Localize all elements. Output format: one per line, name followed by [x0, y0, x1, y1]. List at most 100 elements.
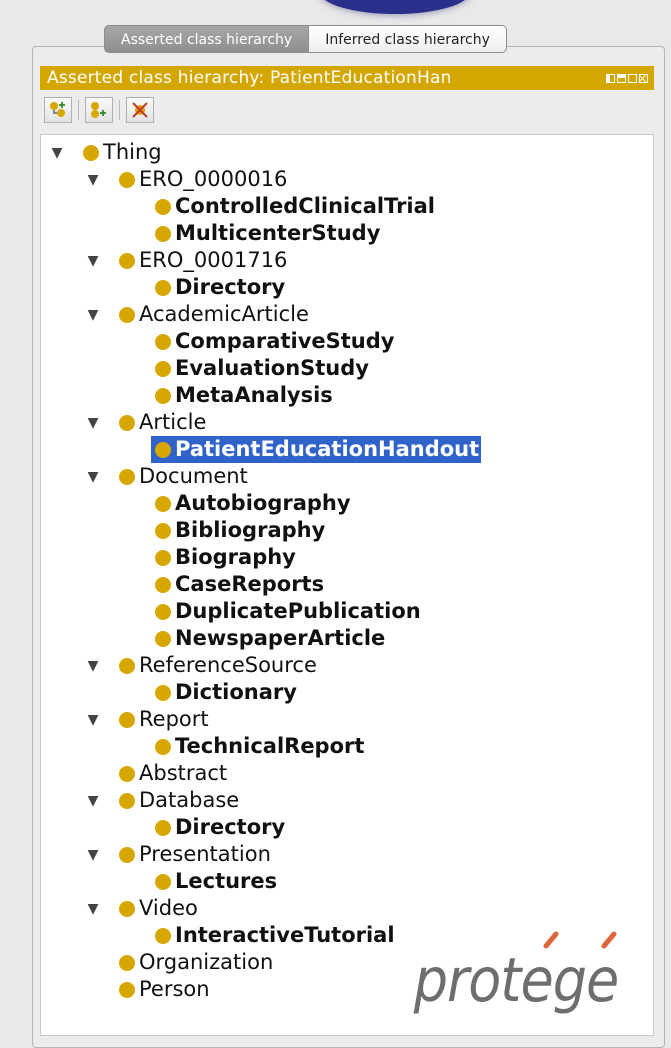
tree-node-content[interactable]: Dictionary — [155, 679, 297, 706]
tree-node-content[interactable]: Abstract — [119, 760, 227, 787]
float-view-icon[interactable] — [628, 73, 637, 83]
tree-node-content[interactable]: ControlledClinicalTrial — [155, 193, 435, 220]
class-icon — [119, 414, 135, 431]
tree-node-content[interactable]: ERO_0001716 — [119, 247, 287, 274]
tree-node-label: ReferenceSource — [139, 653, 317, 677]
expand-toggle-icon[interactable]: ▼ — [86, 415, 100, 431]
class-icon — [119, 252, 135, 269]
class-icon — [83, 144, 99, 161]
tree-node-content[interactable]: PatientEducationHandout — [151, 436, 482, 463]
tree-node-content[interactable]: Organization — [119, 949, 273, 976]
tree-node-content[interactable]: MetaAnalysis — [155, 382, 333, 409]
class-icon — [155, 279, 171, 296]
tree-node-content[interactable]: ComparativeStudy — [155, 328, 394, 355]
tree-node-label: Person — [139, 977, 210, 1001]
tree-node-label: Report — [139, 707, 209, 731]
tree-node-content[interactable]: InteractiveTutorial — [155, 922, 395, 949]
expand-toggle-icon[interactable]: ▼ — [86, 712, 100, 728]
class-icon — [155, 198, 171, 215]
class-icon — [155, 576, 171, 593]
class-icon — [155, 684, 171, 701]
class-icon — [155, 549, 171, 566]
tree-node-label: MetaAnalysis — [175, 383, 333, 407]
tree-node-content[interactable]: Directory — [155, 814, 285, 841]
tree-node-content[interactable]: Directory — [155, 274, 285, 301]
class-icon — [155, 495, 171, 512]
tree-node-label: Document — [139, 464, 248, 488]
add-sibling-class-button[interactable] — [85, 97, 113, 123]
tree-node-label: Lectures — [175, 869, 278, 893]
tree-node-content[interactable]: Document — [119, 463, 248, 490]
tree-node-content[interactable]: Video — [119, 895, 198, 922]
class-icon — [119, 981, 135, 998]
tree-node-label: Bibliography — [175, 518, 326, 542]
tree-node-label: ComparativeStudy — [175, 329, 395, 353]
tree-node-content[interactable]: CaseReports — [155, 571, 324, 598]
tree-node-content[interactable]: ReferenceSource — [119, 652, 317, 679]
class-tree[interactable]: protege ▼ Thing ▼ ERO_0000016 ControlledClin… — [40, 134, 654, 1036]
tree-node-label: Autobiography — [175, 491, 351, 515]
tree-node-content[interactable]: AcademicArticle — [119, 301, 309, 328]
tree-node-content[interactable]: TechnicalReport — [155, 733, 364, 760]
class-icon — [119, 171, 135, 188]
split-horizontal-icon[interactable] — [617, 73, 626, 83]
tree-node-content[interactable]: Lectures — [155, 868, 277, 895]
split-vertical-icon[interactable] — [606, 73, 615, 83]
expand-toggle-icon[interactable]: ▼ — [86, 307, 100, 323]
class-icon — [119, 954, 135, 971]
expand-toggle-icon[interactable]: ▼ — [86, 847, 100, 863]
tree-node-label: ERO_0000016 — [139, 167, 288, 191]
logo-text: protege — [413, 944, 619, 1016]
tree-node-label: Biography — [175, 545, 296, 569]
tree-node-content[interactable]: Report — [119, 706, 209, 733]
expand-toggle-icon[interactable]: ▼ — [86, 901, 100, 917]
tree-node-label: Presentation — [139, 842, 271, 866]
class-icon — [155, 522, 171, 539]
expand-toggle-icon[interactable]: ▼ — [86, 658, 100, 674]
tree-node-content[interactable]: Autobiography — [155, 490, 351, 517]
delete-class-icon — [132, 102, 148, 118]
tree-node-content[interactable]: EvaluationStudy — [155, 355, 369, 382]
class-icon — [155, 360, 171, 377]
class-icon — [119, 657, 135, 674]
tree-node-content[interactable]: DuplicatePublication — [155, 598, 421, 625]
tree-node-label: Article — [139, 410, 207, 434]
expand-toggle-icon[interactable]: ▼ — [86, 793, 100, 809]
tree-node-content[interactable]: Biography — [155, 544, 296, 571]
tree-node-content[interactable]: Database — [119, 787, 239, 814]
tree-node-content[interactable]: Article — [119, 409, 206, 436]
tree-node-content[interactable]: MulticenterStudy — [155, 220, 380, 247]
tree-node-content[interactable]: Thing — [83, 139, 162, 166]
tree-node-label: CaseReports — [175, 572, 325, 596]
class-icon — [155, 387, 171, 404]
class-icon — [155, 738, 171, 755]
class-icon — [155, 441, 171, 458]
tab-asserted-class-hierarchy[interactable]: Asserted class hierarchy — [104, 25, 309, 53]
expand-toggle-icon[interactable]: ▼ — [50, 145, 64, 161]
class-icon — [155, 225, 171, 242]
class-icon — [119, 900, 135, 917]
tree-node-label: Thing — [103, 140, 162, 164]
expand-toggle-icon[interactable]: ▼ — [86, 172, 100, 188]
close-view-icon[interactable] — [639, 73, 648, 83]
class-icon — [119, 306, 135, 323]
tree-node-content[interactable]: Bibliography — [155, 517, 325, 544]
tree-node-content[interactable]: NewspaperArticle — [155, 625, 385, 652]
view-header: Asserted class hierarchy: PatientEducati… — [40, 66, 654, 90]
tree-node-content[interactable]: Presentation — [119, 841, 271, 868]
tree-node-label: Organization — [139, 950, 274, 974]
expand-toggle-icon[interactable]: ▼ — [86, 253, 100, 269]
tree-node-content[interactable]: Person — [119, 976, 210, 1003]
expand-toggle-icon[interactable]: ▼ — [86, 469, 100, 485]
tree-node-label: InteractiveTutorial — [175, 923, 395, 947]
delete-class-button[interactable] — [126, 97, 154, 123]
class-icon — [119, 711, 135, 728]
add-subclass-button[interactable] — [44, 97, 72, 123]
tree-node-label: Database — [139, 788, 240, 812]
class-icon — [155, 603, 171, 620]
tree-node-label: PatientEducationHandout — [175, 437, 480, 461]
tab-inferred-class-hierarchy[interactable]: Inferred class hierarchy — [308, 25, 507, 53]
class-icon — [119, 792, 135, 809]
tree-node-content[interactable]: ERO_0000016 — [119, 166, 287, 193]
toolbar-separator — [119, 100, 120, 120]
